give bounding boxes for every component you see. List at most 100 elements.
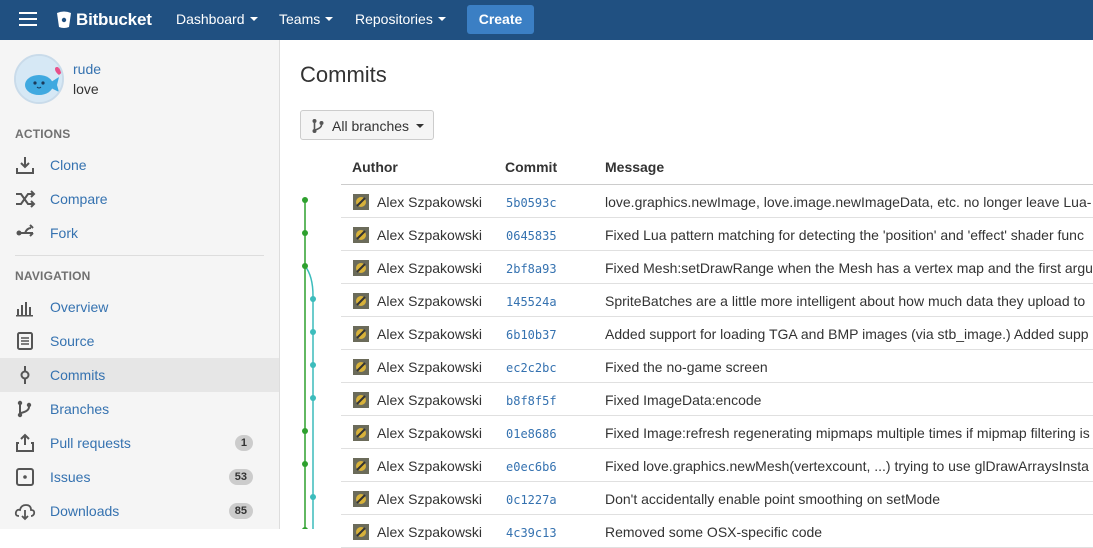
author-avatar[interactable] xyxy=(353,491,369,507)
commit-hash-link[interactable]: 6b10b37 xyxy=(506,328,557,342)
commit-author[interactable]: Alex Szpakowski xyxy=(377,359,482,375)
commit-hash-link[interactable]: e0ec6b6 xyxy=(506,460,557,474)
shuffle-icon xyxy=(16,190,36,208)
table-row[interactable]: Alex Szpakowski ec2c2bc Fixed the no-game … xyxy=(341,350,1093,383)
author-avatar[interactable] xyxy=(353,458,369,474)
commit-hash-link[interactable]: 145524a xyxy=(506,295,557,309)
commit-hash-link[interactable]: 0645835 xyxy=(506,229,557,243)
commit-graph-node xyxy=(302,197,308,203)
sidebar-item-commits[interactable]: Commits xyxy=(0,358,279,392)
actions-section-title: ACTIONS xyxy=(15,127,71,141)
commit-author[interactable]: Alex Szpakowski xyxy=(377,425,482,441)
table-row[interactable]: Alex Szpakowski 5b0593c love.graphics.newI… xyxy=(341,185,1093,218)
commit-graph-node xyxy=(310,362,316,368)
author-avatar[interactable] xyxy=(353,359,369,375)
commit-hash-link[interactable]: ec2c2bc xyxy=(506,361,557,375)
commit-author[interactable]: Alex Szpakowski xyxy=(377,293,482,309)
branch-icon xyxy=(312,119,324,133)
commit-author[interactable]: Alex Szpakowski xyxy=(377,326,482,342)
table-row[interactable]: Alex Szpakowski 0645835 Fixed Lua pattern … xyxy=(341,218,1093,251)
column-header-commit[interactable]: Commit xyxy=(505,159,557,175)
commit-hash-link[interactable]: 2bf8a93 xyxy=(506,262,557,276)
author-avatar[interactable] xyxy=(353,326,369,342)
nav-dashboard-label: Dashboard xyxy=(176,11,245,27)
table-row[interactable]: Alex Szpakowski b8f8f5f Fixed ImageData:en… xyxy=(341,383,1093,416)
sidebar-item-clone[interactable]: Clone xyxy=(0,148,279,182)
commit-graph-node xyxy=(302,461,308,467)
commit-author[interactable]: Alex Szpakowski xyxy=(377,491,482,507)
table-row[interactable]: Alex Szpakowski 2bf8a93 Fixed Mesh:setDraw… xyxy=(341,251,1093,284)
repo-owner-link[interactable]: rude xyxy=(73,61,101,77)
table-row[interactable]: Alex Szpakowski 4c39c13 Removed some OSX-s… xyxy=(341,515,1093,548)
sidebar-item-label: Branches xyxy=(50,401,110,417)
fork-icon xyxy=(16,224,34,237)
commit-message: Fixed ImageData:encode xyxy=(605,392,762,408)
bitbucket-bucket-icon xyxy=(57,11,71,28)
nav-dashboard[interactable]: Dashboard xyxy=(176,11,258,27)
bitbucket-logo[interactable]: Bitbucket xyxy=(56,9,152,31)
commit-message: love.graphics.newImage, love.image.newIm… xyxy=(605,194,1092,210)
top-navigation-bar: Bitbucket Dashboard Teams Repositories C… xyxy=(0,0,1093,40)
commit-message: Don't accidentally enable point smoothin… xyxy=(605,491,940,507)
commit-hash-link[interactable]: 4c39c13 xyxy=(506,526,557,540)
commit-author[interactable]: Alex Szpakowski xyxy=(377,392,482,408)
sidebar: rude love ACTIONS Clone Compare Fork NAV… xyxy=(0,40,280,529)
commit-author[interactable]: Alex Szpakowski xyxy=(377,194,482,210)
author-avatar[interactable] xyxy=(353,293,369,309)
chevron-down-icon xyxy=(437,17,446,21)
repo-avatar[interactable] xyxy=(14,54,64,104)
table-row[interactable]: Alex Szpakowski 01e8686 Fixed Image:refres… xyxy=(341,416,1093,449)
commit-hash-link[interactable]: 01e8686 xyxy=(506,427,557,441)
commit-message: Fixed Image:refresh regenerating mipmaps… xyxy=(605,425,1090,441)
commit-hash-link[interactable]: 0c1227a xyxy=(506,493,557,507)
commit-author[interactable]: Alex Szpakowski xyxy=(377,524,482,540)
sidebar-item-issues[interactable]: Issues 53 xyxy=(0,460,279,494)
commit-message: Fixed Lua pattern matching for detecting… xyxy=(605,227,1084,243)
table-row[interactable]: Alex Szpakowski 145524a SpriteBatches are … xyxy=(341,284,1093,317)
commit-message: Fixed the no-game screen xyxy=(605,359,768,375)
sidebar-item-downloads[interactable]: Downloads 85 xyxy=(0,494,279,528)
commit-graph-node xyxy=(310,395,316,401)
nav-teams-label: Teams xyxy=(279,11,321,27)
author-avatar[interactable] xyxy=(353,392,369,408)
navigation-section-title: NAVIGATION xyxy=(15,269,91,283)
author-avatar[interactable] xyxy=(353,227,369,243)
commit-hash-link[interactable]: 5b0593c xyxy=(506,196,557,210)
sidebar-item-source[interactable]: Source xyxy=(0,324,279,358)
sidebar-item-overview[interactable]: Overview xyxy=(0,290,279,324)
commit-hash-link[interactable]: b8f8f5f xyxy=(506,394,557,408)
table-row[interactable]: Alex Szpakowski 6b10b37 Added support for … xyxy=(341,317,1093,350)
commit-author[interactable]: Alex Szpakowski xyxy=(377,458,482,474)
nav-repositories[interactable]: Repositories xyxy=(355,11,446,27)
author-avatar[interactable] xyxy=(353,260,369,276)
branch-filter-dropdown[interactable]: All branches xyxy=(300,110,434,140)
column-header-message[interactable]: Message xyxy=(605,159,664,175)
document-icon xyxy=(17,332,33,350)
commit-author[interactable]: Alex Szpakowski xyxy=(377,260,482,276)
sidebar-item-branches[interactable]: Branches xyxy=(0,392,279,426)
sidebar-item-compare[interactable]: Compare xyxy=(0,182,279,216)
sidebar-item-label: Downloads xyxy=(50,503,120,519)
commit-graph xyxy=(302,197,316,529)
commit-message: Removed some OSX-specific code xyxy=(605,524,823,540)
create-button[interactable]: Create xyxy=(467,5,534,34)
download-icon xyxy=(16,157,34,174)
sidebar-item-pull-requests[interactable]: Pull requests 1 xyxy=(0,426,279,460)
author-avatar[interactable] xyxy=(353,425,369,441)
commit-graph-node xyxy=(310,494,316,500)
cloud-download-icon xyxy=(14,504,36,521)
sidebar-item-fork[interactable]: Fork xyxy=(0,216,279,250)
author-avatar[interactable] xyxy=(353,194,369,210)
bar-chart-icon xyxy=(16,302,33,317)
menu-icon[interactable] xyxy=(19,12,37,26)
nav-teams[interactable]: Teams xyxy=(279,11,334,27)
table-row[interactable]: Alex Szpakowski 0c1227a Don't accidentally… xyxy=(341,482,1093,515)
commit-message: Fixed love.graphics.newMesh(vertexcount,… xyxy=(605,458,1089,474)
sidebar-item-label: Issues xyxy=(50,469,91,485)
sidebar-item-label: Clone xyxy=(50,157,87,173)
table-row[interactable]: Alex Szpakowski e0ec6b6 Fixed love.graphic… xyxy=(341,449,1093,482)
pull-requests-count-badge: 1 xyxy=(234,435,253,451)
author-avatar[interactable] xyxy=(353,524,369,540)
column-header-author[interactable]: Author xyxy=(352,159,398,175)
commit-author[interactable]: Alex Szpakowski xyxy=(377,227,482,243)
